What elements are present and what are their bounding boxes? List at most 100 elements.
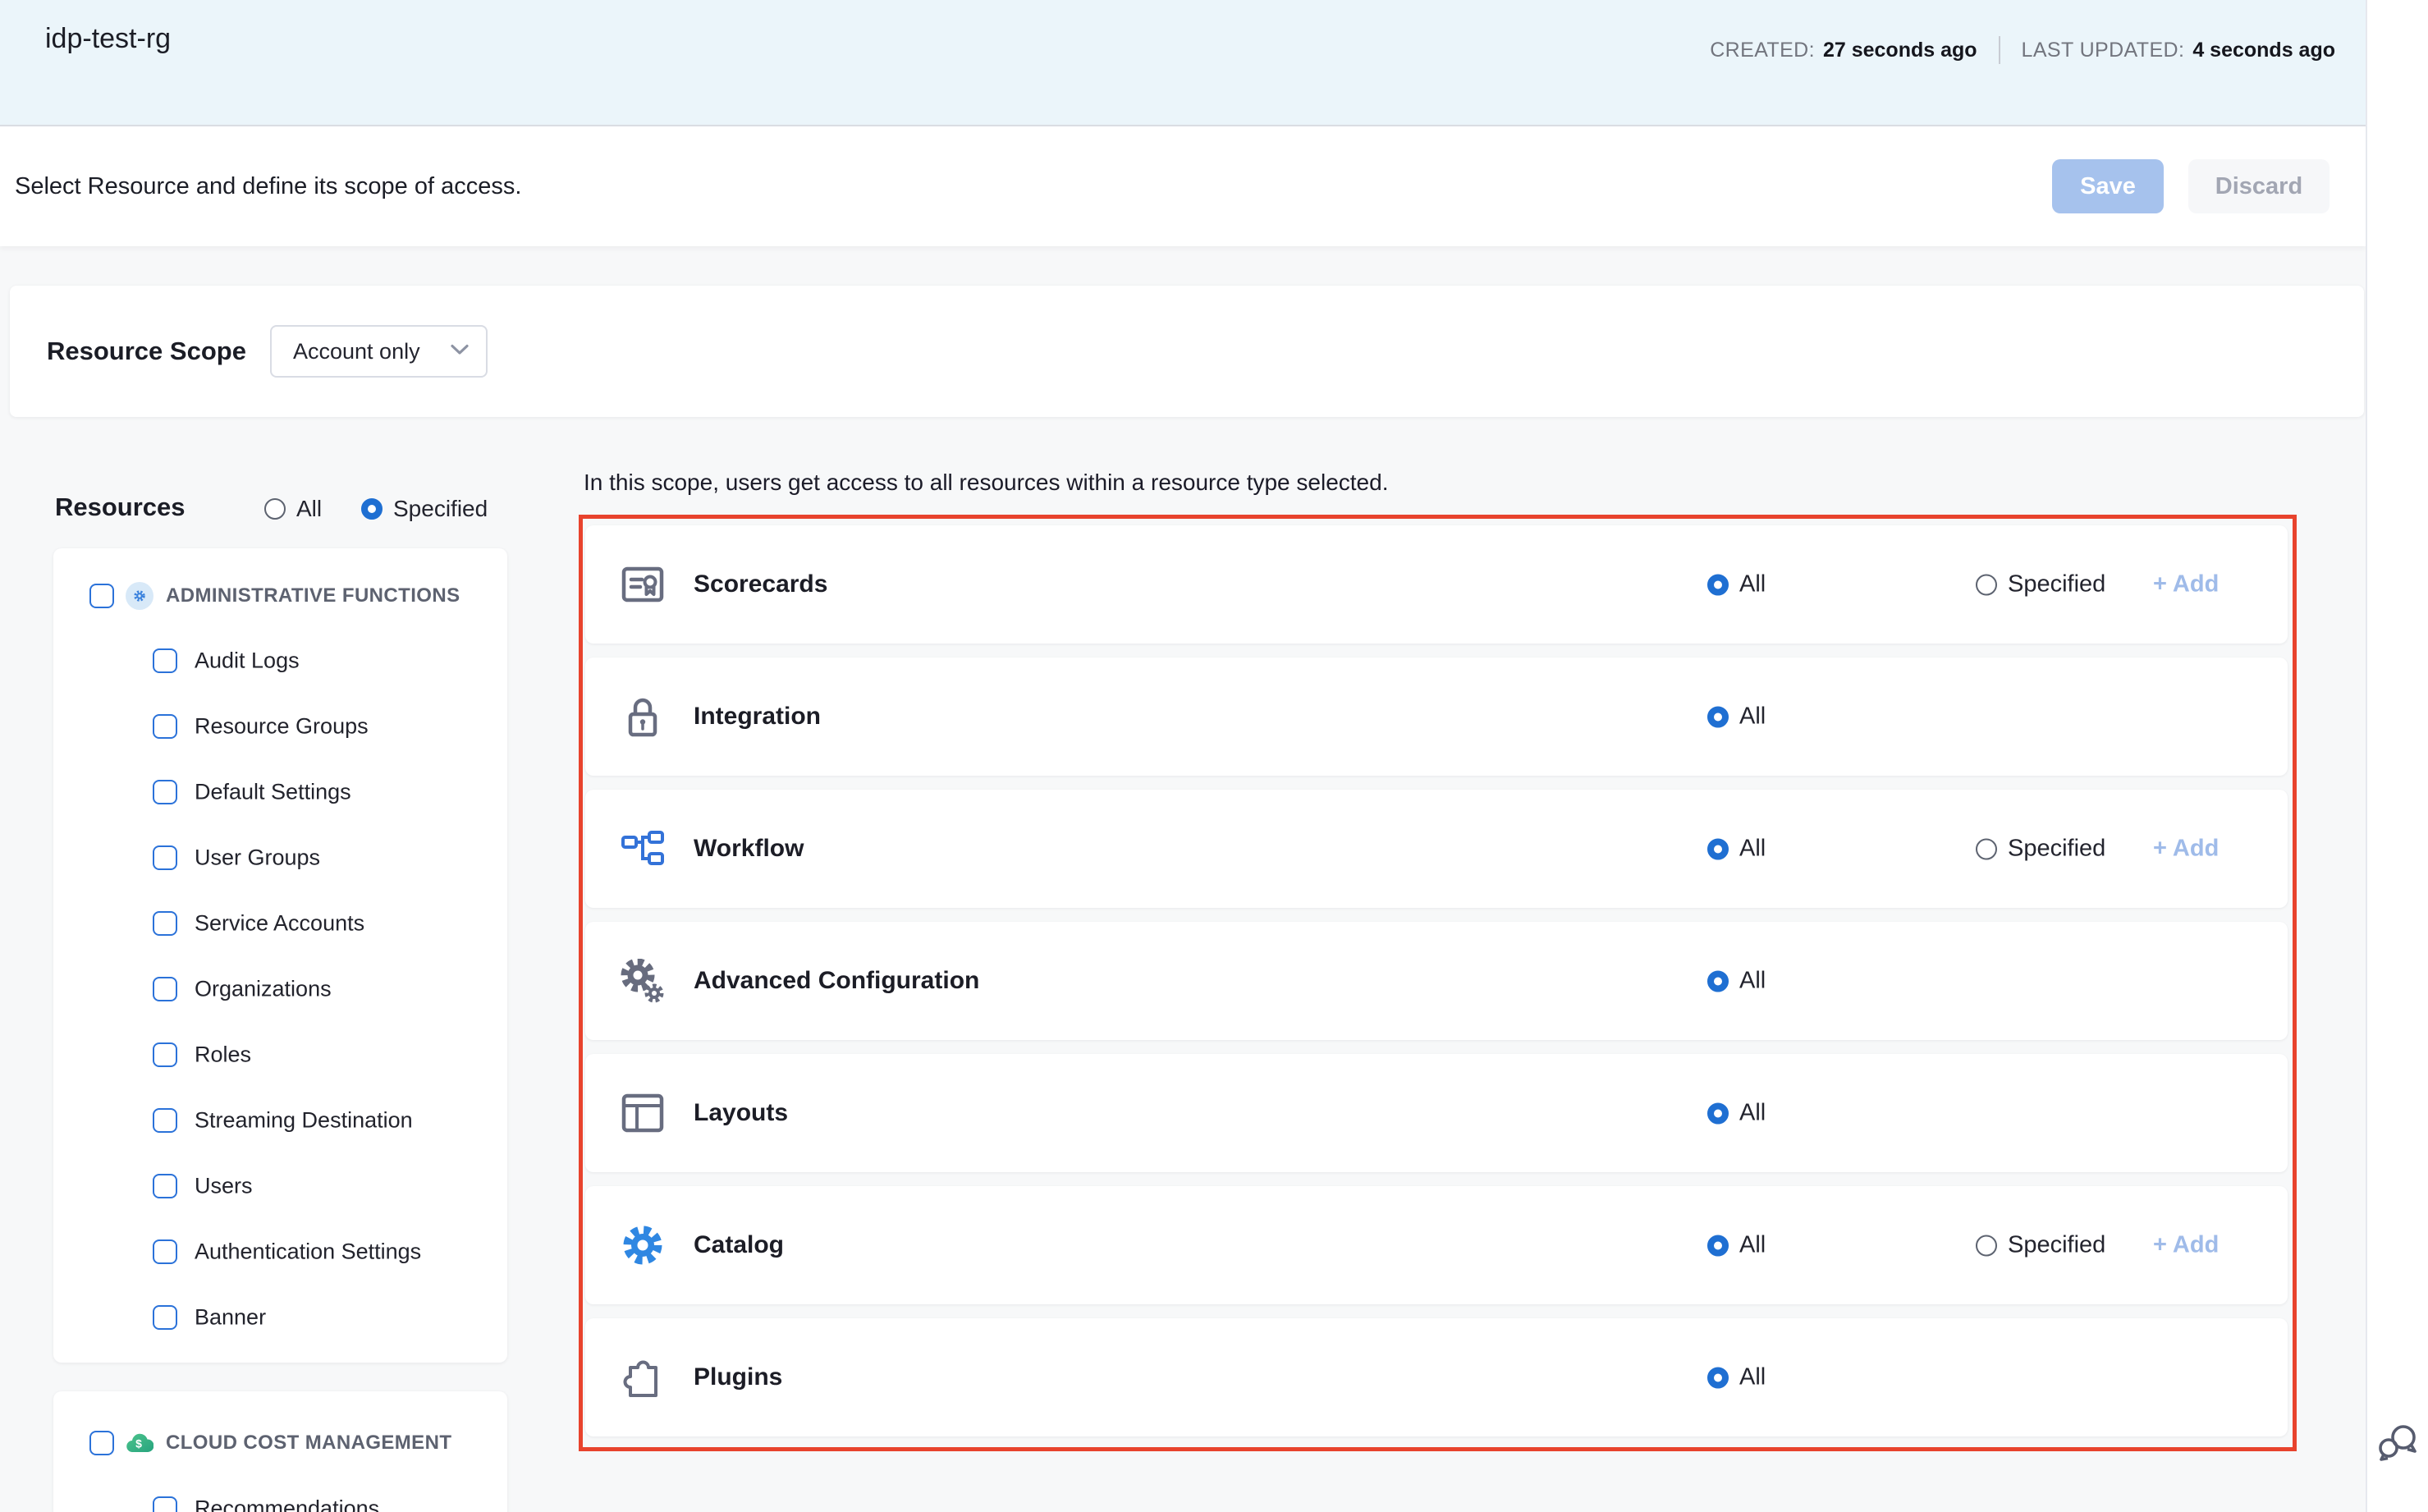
chevron-down-icon bbox=[450, 344, 470, 360]
list-item[interactable]: Authentication Settings bbox=[53, 1238, 507, 1266]
resource-scope-label: Resource Scope bbox=[47, 286, 246, 417]
list-item[interactable]: Resource Groups bbox=[53, 712, 507, 740]
list-item[interactable]: Users bbox=[53, 1172, 507, 1200]
radio-all[interactable]: All bbox=[1707, 1232, 1766, 1259]
toolbar-description: Select Resource and define its scope of … bbox=[15, 126, 521, 246]
svg-text:$: $ bbox=[135, 1437, 142, 1450]
list-item[interactable]: User Groups bbox=[53, 844, 507, 872]
save-button[interactable]: Save bbox=[2052, 159, 2164, 213]
item-label: Authentication Settings bbox=[195, 1239, 421, 1265]
radio-all[interactable]: All bbox=[1707, 703, 1766, 731]
radio-icon bbox=[1707, 1367, 1729, 1388]
radio-icon bbox=[1707, 706, 1729, 727]
row-label: Integration bbox=[694, 703, 821, 731]
group-header-row[interactable]: $ CLOUD COST MANAGEMENT bbox=[53, 1429, 507, 1457]
resource-scope-select[interactable]: Account only bbox=[270, 325, 488, 378]
list-item[interactable]: Service Accounts bbox=[53, 909, 507, 937]
radio-label: All bbox=[1739, 836, 1766, 863]
resources-radio-all[interactable]: All bbox=[264, 496, 322, 522]
radio-all[interactable]: All bbox=[1707, 1364, 1766, 1391]
scope-row-catalog: Catalog All Specified + Add bbox=[585, 1186, 2288, 1304]
item-label: Service Accounts bbox=[195, 911, 364, 937]
toolbar: Select Resource and define its scope of … bbox=[0, 125, 2366, 246]
checkbox-authentication-settings[interactable] bbox=[153, 1239, 177, 1264]
row-label: Workflow bbox=[694, 835, 804, 863]
updated-value: 4 seconds ago bbox=[2192, 39, 2335, 62]
resource-group-cloud-cost-management: $ CLOUD COST MANAGEMENT Recommendations bbox=[53, 1391, 507, 1512]
header-meta: CREATED: 27 seconds ago LAST UPDATED: 4 … bbox=[1710, 36, 2335, 64]
checkbox-administrative-functions[interactable] bbox=[89, 584, 114, 608]
radio-specified[interactable]: Specified bbox=[1976, 571, 2105, 598]
radio-all[interactable]: All bbox=[1707, 968, 1766, 995]
radio-label: Specified bbox=[393, 496, 488, 522]
created-label: CREATED: bbox=[1710, 39, 1815, 62]
radio-icon bbox=[1707, 970, 1729, 992]
radio-icon bbox=[1707, 574, 1729, 595]
radio-icon bbox=[1707, 1235, 1729, 1256]
checkbox-recommendations[interactable] bbox=[153, 1496, 177, 1512]
item-label: Default Settings bbox=[195, 780, 351, 805]
radio-all[interactable]: All bbox=[1707, 1100, 1766, 1127]
row-label: Catalog bbox=[694, 1231, 784, 1259]
scope-caption: In this scope, users get access to all r… bbox=[584, 470, 1388, 496]
gears-icon bbox=[620, 958, 666, 1004]
row-label: Scorecards bbox=[694, 570, 827, 598]
scope-row-integration: Integration All bbox=[585, 657, 2288, 776]
radio-specified[interactable]: Specified bbox=[1976, 836, 2105, 863]
resources-radio-specified[interactable]: Specified bbox=[361, 496, 488, 522]
radio-icon bbox=[1976, 574, 1997, 595]
add-button[interactable]: + Add bbox=[2153, 1232, 2219, 1259]
chat-bubbles-icon[interactable] bbox=[2377, 1423, 2420, 1468]
list-item[interactable]: Roles bbox=[53, 1041, 507, 1069]
radio-all[interactable]: All bbox=[1707, 571, 1766, 598]
checkbox-users[interactable] bbox=[153, 1174, 177, 1198]
row-label: Advanced Configuration bbox=[694, 967, 979, 995]
list-item[interactable]: Banner bbox=[53, 1304, 507, 1331]
page-title: idp-test-rg bbox=[45, 23, 171, 55]
resource-scope-selected-value: Account only bbox=[293, 339, 420, 364]
radio-icon bbox=[1707, 1102, 1729, 1124]
created-value: 27 seconds ago bbox=[1823, 39, 1977, 62]
radio-all[interactable]: All bbox=[1707, 836, 1766, 863]
radio-label: All bbox=[296, 496, 322, 522]
resource-group-administrative-functions: ADMINISTRATIVE FUNCTIONS Audit Logs Reso… bbox=[53, 548, 507, 1363]
puzzle-icon bbox=[620, 1354, 666, 1400]
list-item[interactable]: Organizations bbox=[53, 975, 507, 1003]
item-label: Audit Logs bbox=[195, 648, 300, 674]
radio-label: All bbox=[1739, 703, 1766, 731]
page: idp-test-rg CREATED: 27 seconds ago LAST… bbox=[0, 0, 2428, 1512]
list-item[interactable]: Default Settings bbox=[53, 778, 507, 806]
cloud-dollar-icon: $ bbox=[126, 1429, 153, 1457]
checkbox-banner[interactable] bbox=[153, 1305, 177, 1330]
add-button[interactable]: + Add bbox=[2153, 836, 2219, 863]
checkbox-streaming-destination[interactable] bbox=[153, 1108, 177, 1133]
radio-label: All bbox=[1739, 1364, 1766, 1391]
gear-icon bbox=[620, 1222, 666, 1268]
checkbox-user-groups[interactable] bbox=[153, 845, 177, 870]
scorecards-icon bbox=[620, 561, 666, 607]
checkbox-audit-logs[interactable] bbox=[153, 648, 177, 673]
list-item[interactable]: Audit Logs bbox=[53, 647, 507, 675]
item-label: Roles bbox=[195, 1042, 251, 1068]
item-label: Streaming Destination bbox=[195, 1108, 413, 1134]
checkbox-organizations[interactable] bbox=[153, 977, 177, 1001]
checkbox-default-settings[interactable] bbox=[153, 780, 177, 804]
add-button[interactable]: + Add bbox=[2153, 571, 2219, 598]
list-item[interactable]: Recommendations bbox=[53, 1495, 507, 1512]
item-label: Banner bbox=[195, 1305, 266, 1331]
group-header-row[interactable]: ADMINISTRATIVE FUNCTIONS bbox=[53, 582, 507, 610]
discard-button[interactable]: Discard bbox=[2188, 159, 2330, 213]
checkbox-cloud-cost-management[interactable] bbox=[89, 1431, 114, 1455]
gear-badge-icon bbox=[126, 582, 153, 610]
list-item[interactable]: Streaming Destination bbox=[53, 1107, 507, 1134]
radio-icon bbox=[1976, 838, 1997, 859]
lock-icon bbox=[620, 694, 666, 740]
checkbox-resource-groups[interactable] bbox=[153, 714, 177, 739]
checkbox-roles[interactable] bbox=[153, 1042, 177, 1067]
right-strip bbox=[2366, 0, 2428, 1512]
radio-specified[interactable]: Specified bbox=[1976, 1232, 2105, 1259]
meta-divider bbox=[1999, 36, 2000, 64]
scope-row-workflow: Workflow All Specified + Add bbox=[585, 790, 2288, 908]
item-label: User Groups bbox=[195, 845, 320, 871]
checkbox-service-accounts[interactable] bbox=[153, 911, 177, 936]
